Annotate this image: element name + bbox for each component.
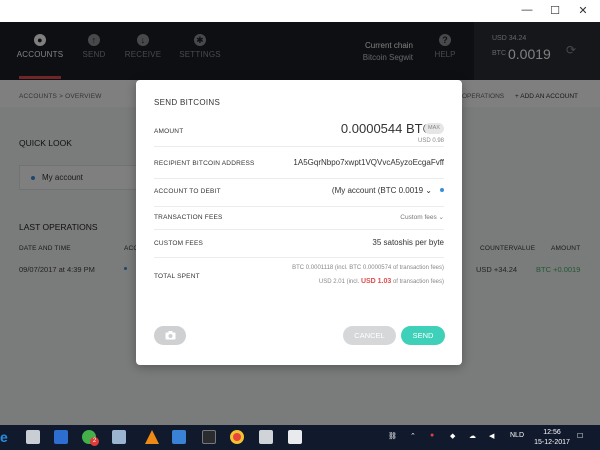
cancel-button[interactable]: CANCEL <box>343 326 396 345</box>
notification-badge: 2 <box>90 437 99 446</box>
camera-icon <box>165 331 175 340</box>
custom-fees-row: CUSTOM FEES 35 satoshis per byte <box>154 230 444 258</box>
photos-icon[interactable] <box>288 430 302 444</box>
total-usd-prefix: USD 2.01 (incl. <box>318 279 361 285</box>
maximize-button[interactable]: ☐ <box>542 0 568 20</box>
clock-date: 15-12-2017 <box>534 439 570 446</box>
account-select-dot <box>440 188 444 192</box>
total-spent-usd: USD 2.01 (incl. USD 1.03 of transaction … <box>319 278 444 285</box>
edge-icon[interactable]: e <box>0 429 14 445</box>
cloud-icon[interactable]: ☁ <box>469 432 476 440</box>
close-button[interactable]: ✕ <box>570 0 596 20</box>
recipient-label: RECIPIENT BITCOIN ADDRESS <box>154 160 255 167</box>
calculator-icon[interactable] <box>259 430 273 444</box>
chrome-icon[interactable] <box>230 430 244 444</box>
send-bitcoins-modal: SEND BITCOINS AMOUNT 0.0000544 BTC MAX U… <box>136 80 462 365</box>
recipient-row: RECIPIENT BITCOIN ADDRESS 1A5GqrNbpo7xwp… <box>154 147 444 179</box>
dropbox-icon[interactable]: ◆ <box>450 432 455 440</box>
account-label: ACCOUNT TO DEBIT <box>154 188 221 195</box>
custom-fees-label: CUSTOM FEES <box>154 240 204 247</box>
amount-label: AMOUNT <box>154 128 184 135</box>
store-icon[interactable] <box>54 430 68 444</box>
antivirus-icon[interactable]: ● <box>430 432 434 439</box>
max-button[interactable]: MAX <box>424 123 444 134</box>
language-indicator[interactable]: NLD <box>510 432 524 439</box>
modal-title: SEND BITCOINS <box>154 98 221 107</box>
action-center-icon[interactable]: ☐ <box>577 432 583 440</box>
taskbar: e 2 ⛓ ⌃ ● ◆ ☁ ◀ NLD 12:56 15-12-2017 ☐ <box>0 425 600 450</box>
total-spent-btc: BTC 0.0001118 (incl. BTC 0.0000574 of tr… <box>292 265 444 271</box>
account-row: ACCOUNT TO DEBIT (My account (BTC 0.0019… <box>154 179 444 207</box>
fees-label: TRANSACTION FEES <box>154 214 223 221</box>
clock-time: 12:56 <box>543 429 561 436</box>
people-icon[interactable]: ⛓ <box>388 432 397 440</box>
recipient-input[interactable]: 1A5GqrNbpo7xwpt1VQVvcA5yzoEcgaFvff <box>293 158 444 167</box>
amount-input[interactable]: 0.0000544 BTC <box>341 121 432 136</box>
window-titlebar: — ☐ ✕ <box>0 0 600 22</box>
total-usd-fee: USD 1.03 <box>360 278 392 285</box>
scan-qr-button[interactable] <box>154 326 186 345</box>
fees-select[interactable]: Custom fees ⌄ <box>400 213 444 221</box>
total-usd-suffix: of transaction fees) <box>391 279 444 285</box>
account-select[interactable]: (My account (BTC 0.0019 ⌄ <box>332 186 432 195</box>
chevron-up-icon[interactable]: ⌃ <box>410 432 416 440</box>
monitor-icon[interactable] <box>172 430 186 444</box>
notes-icon[interactable] <box>112 430 126 444</box>
ledger-app-icon[interactable] <box>202 430 216 444</box>
explorer-icon[interactable] <box>26 430 40 444</box>
vlc-icon[interactable] <box>145 430 159 444</box>
speaker-icon[interactable]: ◀ <box>489 432 494 440</box>
custom-fees-input[interactable]: 35 satoshis per byte <box>372 238 444 247</box>
minimize-button[interactable]: — <box>514 0 540 20</box>
fees-row: TRANSACTION FEES Custom fees ⌄ <box>154 207 444 230</box>
total-spent-label: TOTAL SPENT <box>154 273 200 280</box>
taskbar-clock[interactable]: 12:56 15-12-2017 <box>534 428 570 448</box>
amount-usd: USD 0.98 <box>417 138 444 144</box>
send-button[interactable]: SEND <box>401 326 445 345</box>
